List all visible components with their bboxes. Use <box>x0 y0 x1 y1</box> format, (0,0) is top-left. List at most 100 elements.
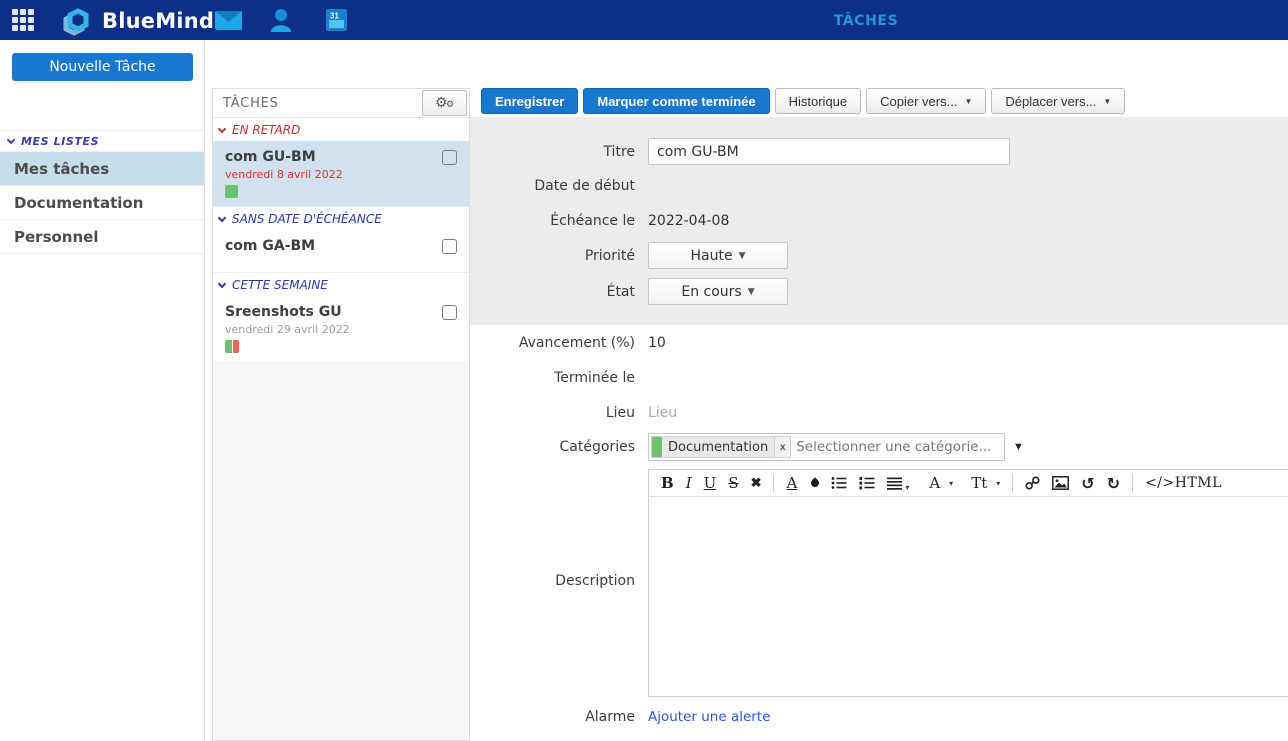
form-row-title: Titre <box>470 138 1288 165</box>
categories-label: Catégories <box>470 439 635 455</box>
unordered-list-icon[interactable] <box>827 471 851 495</box>
task-checkbox[interactable] <box>442 305 457 320</box>
category-tag-red <box>233 340 239 353</box>
category-tag-green <box>225 340 232 353</box>
mark-done-button[interactable]: Marquer comme terminée <box>583 88 769 114</box>
due-date-value[interactable]: 2022-04-08 <box>648 213 729 229</box>
ordered-list-icon[interactable] <box>855 471 879 495</box>
html-source-icon[interactable]: </>HTML <box>1141 471 1226 495</box>
chevron-down-icon <box>7 135 15 143</box>
due-date-label: Échéance le <box>470 213 635 229</box>
title-input[interactable] <box>648 138 1010 165</box>
priority-label: Priorité <box>470 248 635 264</box>
apps-grid-icon[interactable] <box>12 9 36 31</box>
detail-toolbar: Enregistrer Marquer comme terminée Histo… <box>481 88 1125 114</box>
current-app-title: TÂCHES <box>834 13 899 29</box>
caret-down-icon: ▼ <box>964 97 972 106</box>
image-icon[interactable] <box>1048 471 1073 495</box>
my-lists-header[interactable]: MES LISTES <box>0 130 204 152</box>
bluemind-logo[interactable]: BlueMind <box>58 4 214 38</box>
task-row-sreenshots-gu[interactable]: Sreenshots GU vendredi 29 avril 2022 <box>213 296 469 361</box>
font-size-icon[interactable]: Tt ▾ <box>967 471 1004 495</box>
task-list-header: TÂCHES ⚙ ⚙ <box>213 89 469 118</box>
status-label: État <box>470 284 635 300</box>
form-row-priority: Priorité Haute ▼ <box>470 242 1288 269</box>
top-navbar: BlueMind 31 TÂCHES <box>0 0 1288 40</box>
caret-down-icon: ▾ <box>905 483 909 492</box>
category-search-input[interactable] <box>791 439 1002 455</box>
chevron-down-icon <box>218 279 226 287</box>
form-row-start-date: Date de début <box>470 172 1288 199</box>
group-header-sans-date[interactable]: SANS DATE D'ÉCHÉANCE <box>213 206 469 230</box>
redo-icon[interactable]: ↻ <box>1103 471 1124 495</box>
chevron-down-icon <box>218 213 226 221</box>
caret-down-icon: ▾ <box>996 479 1000 488</box>
start-date-label: Date de début <box>470 178 635 194</box>
caret-down-icon: ▾ <box>949 479 953 488</box>
completed-label: Terminée le <box>470 370 635 386</box>
caret-down-icon: ▼ <box>748 287 755 297</box>
category-chip: Documentation x <box>651 436 791 458</box>
bold-icon[interactable]: B <box>657 471 678 495</box>
form-row-alarm: Alarme Ajouter une alerte <box>470 703 1288 730</box>
toolbar-separator <box>1012 475 1013 492</box>
clear-format-icon[interactable]: ✖ <box>747 471 766 495</box>
task-list-body: EN RETARD com GU-BM vendredi 8 avril 202… <box>213 118 469 361</box>
task-checkbox[interactable] <box>442 239 457 254</box>
form-row-status: État En cours ▼ <box>470 278 1288 305</box>
contacts-icon[interactable] <box>270 8 292 32</box>
italic-icon[interactable]: I <box>682 471 696 495</box>
copy-to-button[interactable]: Copier vers... ▼ <box>866 88 986 114</box>
form-row-location: Lieu Lieu <box>470 399 1288 426</box>
status-dropdown[interactable]: En cours ▼ <box>648 278 788 305</box>
location-input[interactable]: Lieu <box>648 405 677 421</box>
new-task-button[interactable]: Nouvelle Tâche <box>12 53 193 81</box>
task-lists: Mes tâches Documentation Personnel <box>0 152 204 254</box>
undo-icon[interactable]: ↺ <box>1077 471 1098 495</box>
group-header-cette-semaine[interactable]: CETTE SEMAINE <box>213 272 469 296</box>
chevron-down-icon <box>218 124 226 132</box>
move-to-button[interactable]: Déplacer vers... ▼ <box>991 88 1125 114</box>
gear-small-icon: ⚙ <box>446 99 454 110</box>
highlight-icon[interactable] <box>805 471 823 495</box>
sidebar: Nouvelle Tâche MES LISTES Mes tâches Doc… <box>0 40 205 741</box>
description-textarea[interactable] <box>648 497 1288 697</box>
remove-category-icon[interactable]: x <box>774 437 790 457</box>
category-color-swatch <box>652 437 662 457</box>
progress-label: Avancement (%) <box>470 335 635 351</box>
settings-gears-button[interactable]: ⚙ ⚙ <box>422 90 467 116</box>
category-caret-down-icon[interactable]: ▼ <box>1013 441 1024 453</box>
font-color-icon[interactable]: A <box>782 471 801 495</box>
sidebar-item-documentation[interactable]: Documentation <box>0 186 204 220</box>
task-row-com-ga-bm[interactable]: com GA-BM <box>213 230 469 272</box>
font-family-icon[interactable]: A ▾ <box>925 471 957 495</box>
progress-value[interactable]: 10 <box>648 335 666 351</box>
form-row-progress: Avancement (%) 10 <box>470 329 1288 356</box>
priority-dropdown[interactable]: Haute ▼ <box>648 242 788 269</box>
location-label: Lieu <box>470 405 635 421</box>
form-row-completed: Terminée le <box>470 364 1288 391</box>
underline-icon[interactable]: U <box>700 471 721 495</box>
bluemind-hexagon-icon <box>58 4 94 38</box>
caret-down-icon: ▼ <box>739 251 746 261</box>
toolbar-separator <box>773 475 774 492</box>
category-picker[interactable]: Documentation x <box>648 433 1005 461</box>
strikethrough-icon[interactable]: S <box>724 471 742 495</box>
description-editor: B I U S ✖ A ▾ A ▾ Tt ▾ <box>648 469 1288 697</box>
align-icon[interactable]: ▾ <box>883 471 913 495</box>
history-button[interactable]: Historique <box>775 88 862 114</box>
task-checkbox[interactable] <box>442 150 457 165</box>
brand-name: BlueMind <box>102 9 214 33</box>
add-alert-link[interactable]: Ajouter une alerte <box>648 709 770 725</box>
description-label: Description <box>470 573 635 589</box>
save-button[interactable]: Enregistrer <box>481 88 578 114</box>
group-header-en-retard[interactable]: EN RETARD <box>213 118 469 141</box>
task-row-com-gu-bm[interactable]: com GU-BM vendredi 8 avril 2022 <box>213 141 469 206</box>
sidebar-item-personnel[interactable]: Personnel <box>0 220 204 254</box>
sidebar-item-mes-taches[interactable]: Mes tâches <box>0 152 204 186</box>
link-icon[interactable] <box>1021 471 1044 495</box>
calendar-icon[interactable]: 31 <box>326 9 347 31</box>
form-row-due-date: Échéance le 2022-04-08 <box>470 207 1288 234</box>
mail-icon[interactable] <box>215 11 242 30</box>
task-list-title: TÂCHES <box>223 96 279 111</box>
